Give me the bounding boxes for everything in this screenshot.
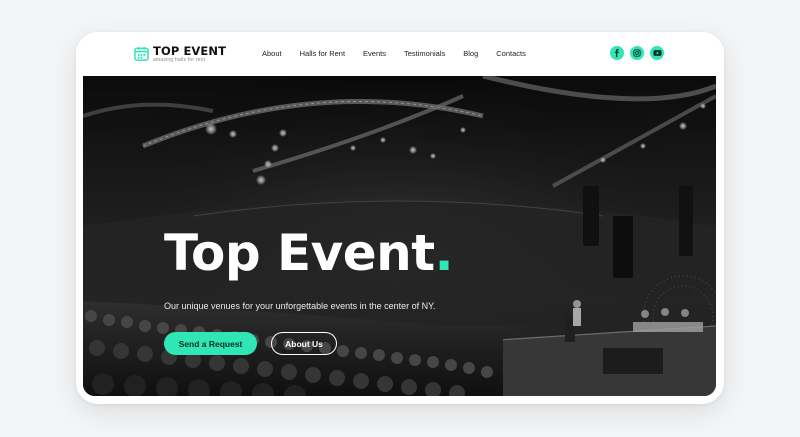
nav-events[interactable]: Events xyxy=(363,49,386,58)
browser-frame: TOP EVENT amazing halls for rent About H… xyxy=(76,32,724,404)
about-us-button[interactable]: About Us xyxy=(271,332,337,355)
send-request-button[interactable]: Send a Request xyxy=(164,332,257,355)
social-links xyxy=(610,46,664,60)
nav-blog[interactable]: Blog xyxy=(463,49,478,58)
instagram-icon[interactable] xyxy=(630,46,644,60)
hero-section: Top Event. Our unique venues for your un… xyxy=(83,76,716,396)
hero-subtitle: Our unique venues for your unforgettable… xyxy=(164,301,436,311)
brand-name: TOP EVENT xyxy=(153,44,227,58)
brand-tagline: amazing halls for rent xyxy=(153,57,206,63)
facebook-icon[interactable] xyxy=(610,46,624,60)
hero-title-text: Top Event xyxy=(164,224,435,282)
nav-testimonials[interactable]: Testimonials xyxy=(404,49,445,58)
youtube-icon[interactable] xyxy=(650,46,664,60)
nav-about[interactable]: About xyxy=(262,49,282,58)
hero-title: Top Event. xyxy=(164,228,454,278)
main-menu: About Halls for Rent Events Testimonials… xyxy=(262,49,544,58)
hero-title-accent-dot: . xyxy=(434,224,454,282)
nav-halls-for-rent[interactable]: Halls for Rent xyxy=(300,49,345,58)
nav-contacts[interactable]: Contacts xyxy=(496,49,526,58)
calendar-logo-icon xyxy=(134,46,149,61)
top-navigation: TOP EVENT amazing halls for rent About H… xyxy=(76,32,724,76)
